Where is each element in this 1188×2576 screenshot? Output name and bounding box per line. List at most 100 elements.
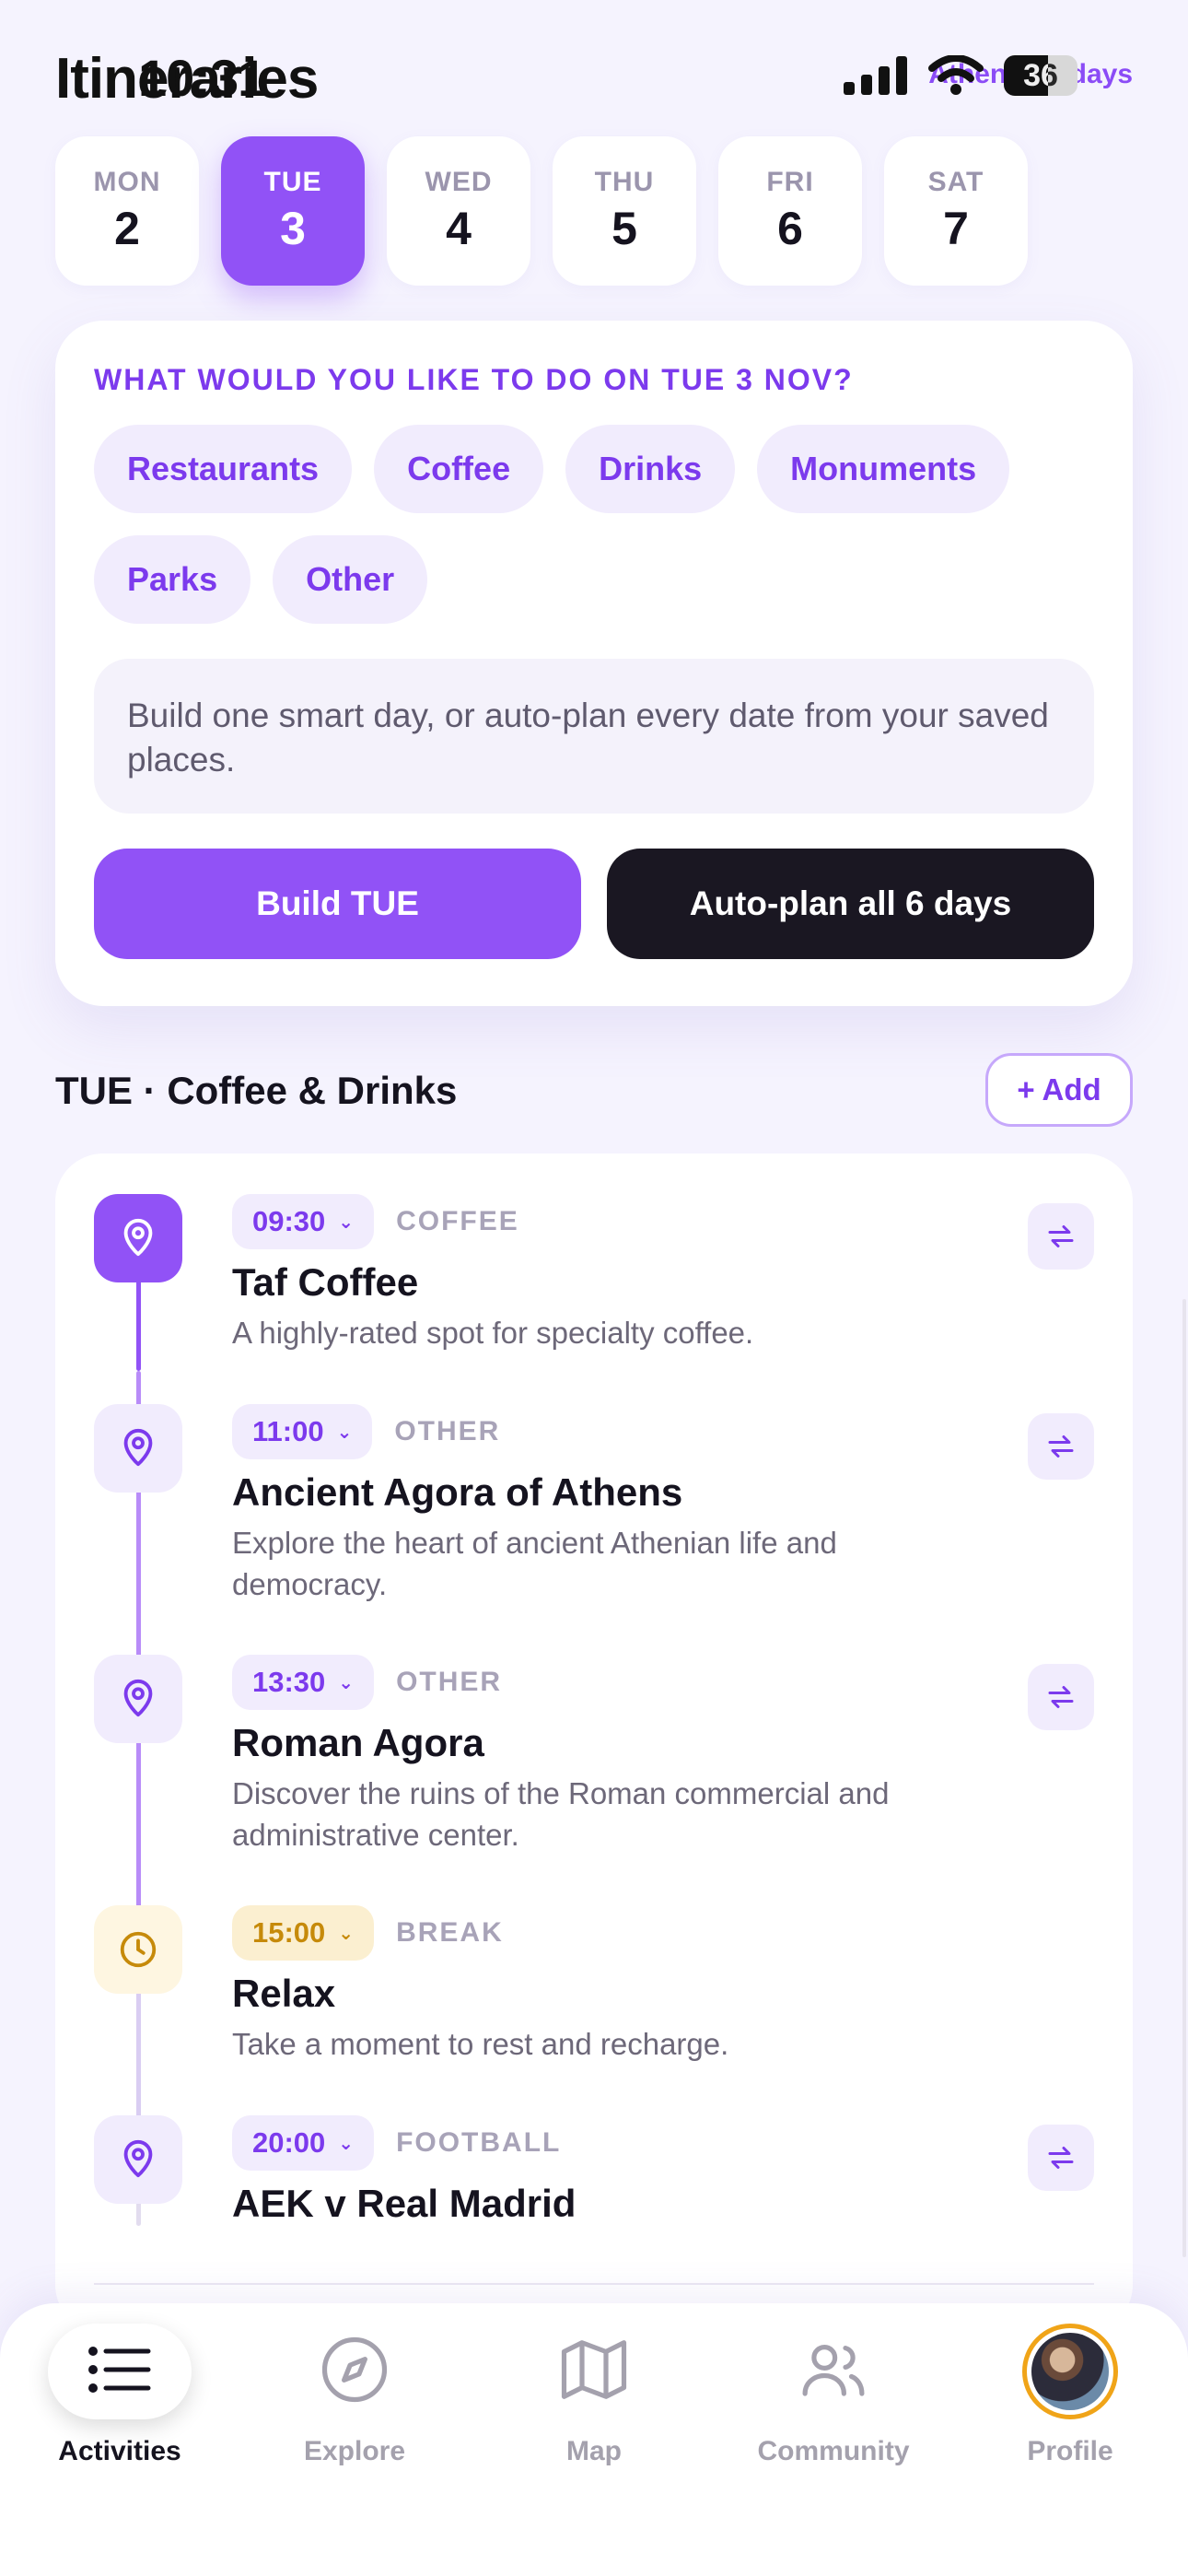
timeline-divider — [94, 2283, 1094, 2285]
day-of-week: THU — [594, 167, 655, 197]
build-day-button[interactable]: Build TUE — [94, 849, 581, 959]
battery-level: 36 — [1023, 57, 1058, 93]
time-value: 15:00 — [252, 1916, 326, 1949]
item-description: A highly-rated spot for specialty coffee… — [232, 1316, 754, 1350]
day-number: 7 — [943, 203, 969, 254]
day-wed[interactable]: WED 4 — [387, 136, 530, 286]
item-category: FOOTBALL — [396, 2127, 562, 2158]
activity-chips: Restaurants Coffee Drinks Monuments Parks Oth… — [94, 425, 1098, 624]
time-value: 13:30 — [252, 1666, 326, 1698]
time-value: 09:30 — [252, 1205, 326, 1237]
nav-label: Community — [757, 2436, 910, 2466]
day-fri[interactable]: FRI 6 — [718, 136, 862, 286]
bottom-nav: Activities Explore Map Community Profile — [0, 2303, 1188, 2576]
nav-label: Map — [566, 2436, 622, 2466]
map-pin-icon — [94, 1194, 182, 1282]
swap-icon[interactable] — [1028, 2125, 1094, 2191]
chevron-down-icon: ⌄ — [336, 1422, 353, 1443]
chip-drinks[interactable]: Drinks — [565, 425, 736, 513]
nav-explore[interactable]: Explore — [244, 2324, 465, 2508]
map-icon — [556, 2334, 632, 2410]
item-meta: 15:00 ⌄ BREAK — [232, 1905, 504, 1961]
time-picker[interactable]: 15:00 ⌄ — [232, 1905, 375, 1961]
time-picker[interactable]: 13:30 ⌄ — [232, 1655, 375, 1710]
wifi-icon — [928, 55, 984, 95]
day-number: 5 — [611, 203, 637, 254]
nav-label: Activities — [58, 2436, 181, 2466]
item-description: Explore the heart of ancient Athenian li… — [232, 1526, 837, 1601]
avatar — [1022, 2324, 1118, 2419]
chevron-down-icon: ⌄ — [338, 1923, 355, 1944]
users-icon — [796, 2334, 871, 2410]
chevron-down-icon: ⌄ — [338, 1212, 355, 1233]
time-value: 11:00 — [252, 1415, 324, 1447]
day-thu[interactable]: THU 5 — [553, 136, 696, 286]
add-activity-button[interactable]: + Add — [985, 1053, 1133, 1127]
nav-activities[interactable]: Activities — [9, 2324, 230, 2508]
item-meta: 20:00 ⌄ FOOTBALL — [232, 2115, 561, 2171]
day-selector: MON 2 TUE 3 WED 4 THU 5 FRI 6 SAT 7 — [55, 136, 1028, 286]
item-category: COFFEE — [396, 1206, 519, 1236]
day-of-week: WED — [425, 167, 493, 197]
nav-label: Explore — [303, 2436, 406, 2466]
signal-icon — [844, 56, 907, 95]
item-title: Roman Agora — [232, 1721, 484, 1764]
day-sat[interactable]: SAT 7 — [884, 136, 1028, 286]
day-of-week: SAT — [927, 167, 984, 197]
scrollbar[interactable] — [1182, 1299, 1186, 2257]
map-pin-icon — [94, 1404, 182, 1493]
planner-hint: Build one smart day, or auto-plan every … — [94, 659, 1094, 814]
item-category: OTHER — [394, 1416, 501, 1446]
nav-label: Profile — [1027, 2436, 1113, 2466]
autoplan-all-button[interactable]: Auto-plan all 6 days — [607, 849, 1094, 959]
chip-restaurants[interactable]: Restaurants — [94, 425, 353, 513]
item-category: OTHER — [396, 1667, 503, 1697]
itineraries-screen: Itineraries 10:31 Athens · 6 days 36 MON… — [0, 0, 1188, 2576]
item-title: Taf Coffee — [232, 1260, 419, 1304]
day-of-week: TUE — [263, 167, 322, 197]
nav-icon-container — [522, 2324, 666, 2419]
swap-icon[interactable] — [1028, 1664, 1094, 1730]
time-value: 20:00 — [252, 2126, 326, 2159]
nav-profile[interactable]: Profile — [960, 2324, 1181, 2508]
nav-map[interactable]: Map — [483, 2324, 705, 2508]
item-title: AEK v Real Madrid — [232, 2182, 577, 2225]
time-picker[interactable]: 11:00 ⌄ — [232, 1404, 373, 1459]
clock-icon — [94, 1905, 182, 1994]
time-picker[interactable]: 09:30 ⌄ — [232, 1194, 375, 1249]
swap-icon[interactable] — [1028, 1203, 1094, 1270]
item-category: BREAK — [396, 1917, 504, 1948]
chip-other[interactable]: Other — [273, 535, 428, 624]
planner-question: WHAT WOULD YOU LIKE TO DO ON TUE 3 NOV? — [94, 363, 854, 396]
nav-icon-container — [998, 2324, 1142, 2419]
status-icons: 36 — [844, 55, 1077, 96]
nav-icon-container — [283, 2324, 426, 2419]
section-title: TUE · Coffee & Drinks — [55, 1069, 458, 1112]
item-meta: 13:30 ⌄ OTHER — [232, 1655, 502, 1710]
item-meta: 11:00 ⌄ OTHER — [232, 1404, 500, 1459]
nav-community[interactable]: Community — [723, 2324, 944, 2508]
day-of-week: FRI — [766, 167, 814, 197]
time-picker[interactable]: 20:00 ⌄ — [232, 2115, 375, 2171]
planner-actions: Build TUE Auto-plan all 6 days — [94, 849, 1094, 959]
item-meta: 09:30 ⌄ COFFEE — [232, 1194, 519, 1249]
map-pin-icon — [94, 2115, 182, 2204]
list-icon — [87, 2344, 152, 2400]
battery-icon: 36 — [1004, 55, 1077, 96]
day-number: 2 — [114, 203, 140, 254]
chip-coffee[interactable]: Coffee — [374, 425, 544, 513]
day-tue[interactable]: TUE 3 — [221, 136, 365, 286]
swap-icon[interactable] — [1028, 1413, 1094, 1480]
item-title: Ancient Agora of Athens — [232, 1470, 683, 1514]
day-mon[interactable]: MON 2 — [55, 136, 199, 286]
chip-parks[interactable]: Parks — [94, 535, 251, 624]
chevron-down-icon: ⌄ — [338, 1672, 355, 1693]
day-number: 3 — [280, 203, 306, 254]
day-number: 4 — [446, 203, 472, 254]
chip-monuments[interactable]: Monuments — [757, 425, 1010, 513]
item-description: Take a moment to rest and recharge. — [232, 2027, 729, 2061]
timeline-line-faded — [136, 1986, 141, 2134]
day-number: 6 — [777, 203, 803, 254]
item-title: Relax — [232, 1972, 336, 2015]
timeline-card: 09:30 ⌄ COFFEE Taf Coffee A highly-rated… — [55, 1153, 1133, 2333]
